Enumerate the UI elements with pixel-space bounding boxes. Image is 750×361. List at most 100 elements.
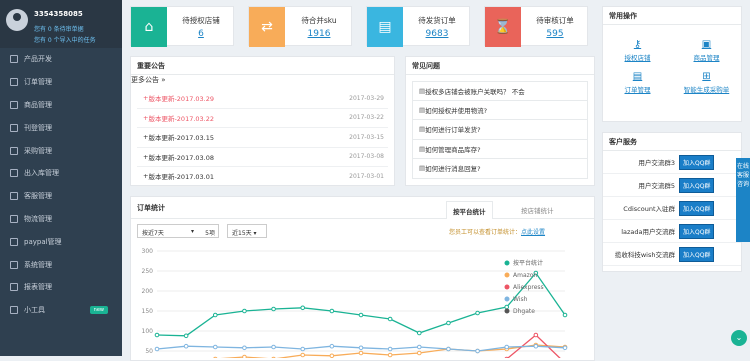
legend-label[interactable]: 按平台统计 <box>513 259 543 267</box>
data-point[interactable] <box>183 333 189 339</box>
data-point[interactable] <box>213 356 218 358</box>
sidebar-item[interactable]: 产品开发 <box>0 48 122 71</box>
data-point[interactable] <box>271 306 276 312</box>
data-point[interactable] <box>358 345 364 351</box>
settings-link[interactable]: 点此设置 <box>521 229 545 236</box>
stat-value[interactable]: 9683 <box>407 29 467 39</box>
days-select[interactable]: 近15天 ▾ <box>227 224 267 238</box>
notice-item[interactable]: + 版本更新-2017.03.29 2017-03-29 <box>137 89 388 109</box>
tab-by-store[interactable]: 按店铺统计 <box>521 205 554 215</box>
stat-card[interactable]: ⇄ 待合并sku 1916 <box>248 6 352 47</box>
more-notices-link[interactable]: 更多公告 » <box>131 76 166 84</box>
data-point[interactable] <box>183 343 189 349</box>
data-point[interactable] <box>387 352 393 358</box>
quick-action[interactable]: ⊞ 智能生成采购单 <box>672 65 741 97</box>
data-point[interactable] <box>416 330 422 336</box>
data-point[interactable] <box>212 344 218 350</box>
data-point[interactable] <box>562 345 568 351</box>
data-point[interactable] <box>242 345 247 351</box>
sidebar-item[interactable]: 报表管理 <box>0 276 122 299</box>
data-point[interactable] <box>504 304 510 310</box>
data-point[interactable] <box>562 312 568 318</box>
legend-label[interactable]: Amazon <box>513 272 537 279</box>
sidebar-item[interactable]: paypal管理 <box>0 230 122 253</box>
online-service-float[interactable]: 在线客服咨询 <box>736 158 750 242</box>
quick-action[interactable]: ⚷ 授权店铺 <box>603 33 672 65</box>
data-point[interactable] <box>242 308 247 314</box>
data-point[interactable] <box>212 312 218 318</box>
data-point[interactable] <box>533 343 539 349</box>
data-point[interactable] <box>300 346 306 352</box>
data-point[interactable] <box>475 348 480 354</box>
data-point[interactable] <box>329 308 335 314</box>
join-qq-button[interactable]: 加入QQ群 <box>679 154 715 170</box>
stat-value[interactable]: 595 <box>525 29 585 39</box>
stat-icon: ⌛ <box>485 7 521 47</box>
notice-item[interactable]: + 版本更新-2017.03.01 2017-03-01 <box>137 167 388 187</box>
sidebar-item[interactable]: 商品管理 <box>0 94 122 117</box>
faq-item[interactable]: ▤ 如何进行消息回复? <box>412 159 588 179</box>
stat-title: 待授权店铺 <box>182 16 220 25</box>
legend-label[interactable]: Wish <box>513 296 528 303</box>
sidebar-item[interactable]: 刊登管理 <box>0 116 122 139</box>
data-point[interactable] <box>329 343 335 349</box>
data-point[interactable] <box>358 312 364 318</box>
data-point[interactable] <box>271 356 276 358</box>
avatar[interactable] <box>6 9 28 31</box>
faq-item[interactable]: ▤ 授权多店铺会被账户关联吗？ 不会 <box>412 81 588 101</box>
sidebar-item[interactable]: 物流管理 <box>0 208 122 231</box>
data-point[interactable] <box>154 346 160 352</box>
legend-label[interactable]: Aliexpress <box>513 284 544 291</box>
sidebar-item[interactable]: 出入库管理 <box>0 162 122 185</box>
data-point[interactable] <box>300 352 306 358</box>
page-count: 5项 <box>205 230 215 237</box>
data-point[interactable] <box>446 346 451 352</box>
sidebar-item[interactable]: 客服管理 <box>0 185 122 208</box>
tab-by-platform[interactable]: 按平台统计 <box>446 201 493 219</box>
sidebar-item[interactable]: 小工具 new <box>0 299 122 322</box>
notice-date: 2017-03-08 <box>349 153 384 161</box>
pending-audit-link[interactable]: 您有 0 条待审单据 <box>34 24 84 33</box>
group-name: 用户交流群3 <box>638 159 675 167</box>
quick-action-label: 授权店铺 <box>624 54 651 62</box>
stat-card[interactable]: ⌂ 待授权店铺 6 <box>130 6 234 47</box>
data-point[interactable] <box>416 344 422 350</box>
stat-card[interactable]: ▤ 待发货订单 9683 <box>366 6 470 47</box>
join-qq-button[interactable]: 加入QQ群 <box>679 177 715 193</box>
notice-item[interactable]: + 版本更新-2017.03.08 2017-03-08 <box>137 148 388 167</box>
sidebar-item[interactable]: 订单管理 <box>0 71 122 94</box>
data-point[interactable] <box>446 320 451 326</box>
data-point[interactable] <box>475 310 480 316</box>
stat-value[interactable]: 1916 <box>289 29 349 39</box>
quick-action[interactable]: ▣ 商品管理 <box>672 33 741 65</box>
data-point[interactable] <box>300 305 306 311</box>
scroll-top-button[interactable]: ⌄ <box>731 330 747 346</box>
stat-value[interactable]: 6 <box>171 29 231 39</box>
faq-item[interactable]: ▤ 如何管理商品库存? <box>412 139 588 159</box>
data-point[interactable] <box>271 344 276 350</box>
data-point[interactable] <box>387 346 393 352</box>
notice-item[interactable]: + 版本更新-2017.03.22 2017-03-22 <box>137 109 388 128</box>
data-point[interactable] <box>416 350 422 356</box>
data-point[interactable] <box>533 332 539 338</box>
data-point[interactable] <box>504 356 509 358</box>
stat-icon: ⇄ <box>249 7 285 47</box>
sidebar-item[interactable]: 采购管理 <box>0 139 122 162</box>
sidebar-item[interactable]: 系统管理 <box>0 253 122 276</box>
join-qq-button[interactable]: 加入QQ群 <box>679 200 715 216</box>
stat-card[interactable]: ⌛ 待审核订单 595 <box>484 6 588 47</box>
faq-item[interactable]: ▤ 如何进行订单发货? <box>412 120 588 140</box>
data-point[interactable] <box>154 332 160 338</box>
notice-item[interactable]: + 版本更新-2017.03.15 2017-03-15 <box>137 128 388 148</box>
box-icon <box>10 100 18 109</box>
import-task-link[interactable]: 您有 0 个导入中的任务 <box>34 35 96 44</box>
join-qq-button[interactable]: 加入QQ群 <box>679 246 715 262</box>
data-point[interactable] <box>504 344 510 350</box>
range-select[interactable]: 按近7天 ▾ 5项 <box>137 224 219 238</box>
legend-label[interactable]: Dhgate <box>513 308 535 315</box>
quick-action[interactable]: ▤ 订单管理 <box>603 65 672 97</box>
data-point[interactable] <box>387 316 393 322</box>
data-point[interactable] <box>358 350 364 356</box>
faq-item[interactable]: ▤ 如何授权并使用物流? <box>412 100 588 120</box>
join-qq-button[interactable]: 加入QQ群 <box>679 223 715 239</box>
